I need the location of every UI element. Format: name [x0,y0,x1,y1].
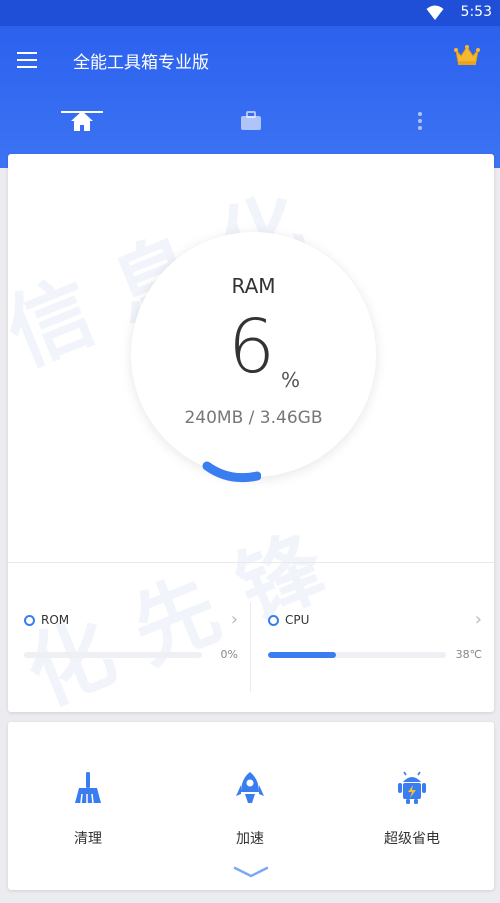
clean-label: 清理 [74,831,102,847]
ram-percent-sign: % [281,368,301,392]
wifi-icon [426,5,444,20]
power-save-label: 超级省电 [384,831,440,847]
crown-icon[interactable] [454,44,480,66]
cpu-value: 38℃ [455,648,482,661]
android-battery-icon [398,771,426,804]
cpu-progress [268,652,446,658]
tab-home[interactable] [52,98,112,144]
power-save-button[interactable]: 超级省电 [362,770,462,850]
broom-icon [75,772,101,804]
tab-indicator [61,111,103,113]
tab-more[interactable] [390,98,450,144]
ram-gauge[interactable]: RAM 6 % 240MB / 3.46GB [131,232,376,483]
clean-button[interactable]: 清理 [38,770,138,850]
boost-label: 加速 [236,831,264,847]
cpu-label: CPU [285,613,310,627]
chevron-right-icon: › [230,609,238,630]
briefcase-icon [241,111,261,130]
ram-usage-arc [202,461,261,483]
cpu-stat[interactable]: CPU › 38℃ [268,606,482,676]
tab-bar [0,98,500,144]
divider [8,562,494,563]
cpu-progress-fill [268,652,336,658]
more-vert-icon [418,112,422,130]
ram-percent-value: 6 [228,304,276,390]
boost-button[interactable]: 加速 [200,770,300,850]
actions-card: 清理 加速 超级省电 [8,722,494,890]
chevron-right-icon: › [474,609,482,630]
rom-label: ROM [41,613,70,627]
app-bar: 全能工具箱专业版 [0,26,500,168]
rom-value: 0% [220,648,238,661]
memory-card: 信 息 化 化 先 锋 RAM 6 % 240MB / 3.46GB ROM ›… [8,154,494,712]
home-icon [71,111,93,131]
menu-icon[interactable] [17,52,37,68]
app-title: 全能工具箱专业版 [73,53,209,73]
tab-toolbox[interactable] [221,98,281,144]
expand-chevron-icon[interactable] [231,862,271,882]
ram-label: RAM [231,274,276,298]
status-bar: 5:53 [0,0,500,26]
rocket-icon [236,772,264,803]
cpu-dot-icon [268,615,279,626]
ram-detail: 240MB / 3.46GB [184,408,323,428]
rom-dot-icon [24,615,35,626]
rom-progress [24,652,202,658]
rom-stat[interactable]: ROM › 0% [24,606,238,676]
divider [250,602,251,692]
status-time: 5:53 [460,4,492,20]
